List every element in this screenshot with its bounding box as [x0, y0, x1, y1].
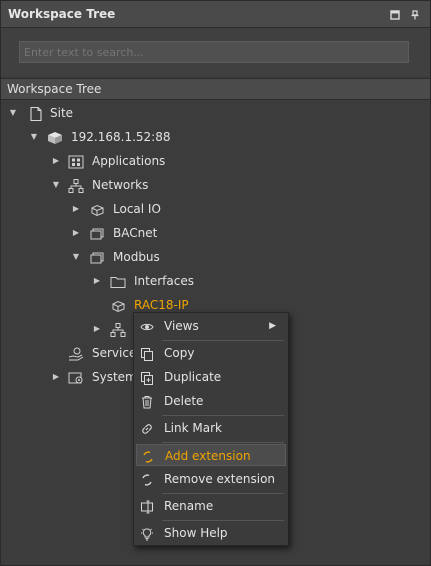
expanded-arrow-icon[interactable]: ▼: [8, 102, 18, 124]
menu-label-copy: Copy: [164, 346, 195, 360]
collapsed-arrow-icon[interactable]: ▶: [51, 150, 61, 172]
menu-separator: [162, 415, 284, 416]
protocol-card-icon: [89, 250, 105, 264]
folder-icon: [110, 274, 126, 288]
menu-label-duplicate: Duplicate: [164, 370, 222, 384]
menu-label-add-extension: Add extension: [165, 449, 251, 463]
collapsed-arrow-icon[interactable]: ▶: [51, 366, 61, 388]
duplicate-icon: [140, 370, 154, 385]
tree-label-system: System: [92, 370, 137, 384]
section-title: Workspace Tree: [7, 82, 102, 96]
restore-window-icon[interactable]: [390, 9, 400, 20]
tree-label-networks: Networks: [92, 178, 149, 192]
collapsed-arrow-icon[interactable]: ▶: [71, 222, 81, 244]
expanded-arrow-icon[interactable]: ▼: [71, 246, 81, 268]
workspace-tree-panel: Workspace Tree Workspace Tree ▼ Site ▼ 1…: [0, 0, 431, 566]
network-icon: [68, 178, 84, 193]
eye-icon: [140, 319, 154, 333]
menu-separator: [162, 442, 284, 443]
rename-icon: [140, 499, 154, 514]
lightbulb-icon: [140, 526, 154, 541]
search-input[interactable]: [19, 41, 409, 63]
expanded-arrow-icon[interactable]: ▼: [29, 126, 39, 148]
tree-label-local-io: Local IO: [113, 202, 161, 216]
menu-item-delete[interactable]: Delete: [136, 390, 286, 412]
system-settings-icon: [68, 370, 84, 384]
tree-label-server: 192.168.1.52:88: [71, 130, 171, 144]
add-extension-icon: [141, 449, 155, 463]
tree-label-bacnet: BACnet: [113, 226, 158, 240]
menu-separator: [162, 520, 284, 521]
expanded-arrow-icon[interactable]: ▼: [51, 174, 61, 196]
menu-item-copy[interactable]: Copy: [136, 342, 286, 364]
remove-extension-icon: [140, 472, 154, 486]
menu-item-show-help[interactable]: Show Help: [136, 522, 286, 544]
panel-title-bar: Workspace Tree: [1, 1, 430, 28]
link-icon: [140, 421, 154, 435]
applications-grid-icon: [68, 154, 84, 169]
menu-label-link-mark: Link Mark: [164, 421, 222, 435]
copy-icon: [140, 346, 154, 361]
menu-item-rename[interactable]: Rename: [136, 495, 286, 517]
menu-item-add-extension[interactable]: Add extension: [136, 444, 286, 466]
pin-icon[interactable]: [410, 9, 420, 20]
menu-label-show-help: Show Help: [164, 526, 228, 540]
file-icon: [28, 106, 44, 122]
menu-item-link-mark[interactable]: Link Mark: [136, 417, 286, 439]
menu-item-remove-extension[interactable]: Remove extension: [136, 468, 286, 490]
collapsed-arrow-icon[interactable]: ▶: [92, 270, 102, 292]
menu-separator: [162, 493, 284, 494]
protocol-card-icon: [89, 226, 105, 240]
context-menu: Views ▶ Copy Duplicate Delete Link Mark …: [133, 312, 289, 546]
services-hand-icon: [68, 346, 84, 361]
menu-label-remove-extension: Remove extension: [164, 472, 276, 486]
submenu-arrow-icon: ▶: [269, 321, 276, 331]
panel-title: Workspace Tree: [8, 7, 116, 21]
collapsed-arrow-icon[interactable]: ▶: [71, 198, 81, 220]
network-icon: [110, 322, 126, 337]
menu-item-views[interactable]: Views ▶: [136, 315, 286, 337]
device-box-icon: [89, 202, 105, 217]
search-bar: [1, 28, 430, 76]
tree-section-header: Workspace Tree: [1, 78, 430, 100]
collapsed-arrow-icon[interactable]: ▶: [92, 318, 102, 340]
menu-label-views: Views: [164, 319, 199, 333]
tree-label-modbus: Modbus: [113, 250, 160, 264]
server-cube-icon: [47, 130, 63, 144]
menu-label-delete: Delete: [164, 394, 204, 408]
menu-separator: [162, 340, 284, 341]
trash-icon: [140, 394, 154, 409]
tree-label-interfaces: Interfaces: [134, 274, 194, 288]
device-box-icon: [110, 298, 126, 313]
menu-item-duplicate[interactable]: Duplicate: [136, 366, 286, 388]
tree-label-applications: Applications: [92, 154, 166, 168]
tree-label-site: Site: [50, 106, 74, 120]
menu-label-rename: Rename: [164, 499, 214, 513]
